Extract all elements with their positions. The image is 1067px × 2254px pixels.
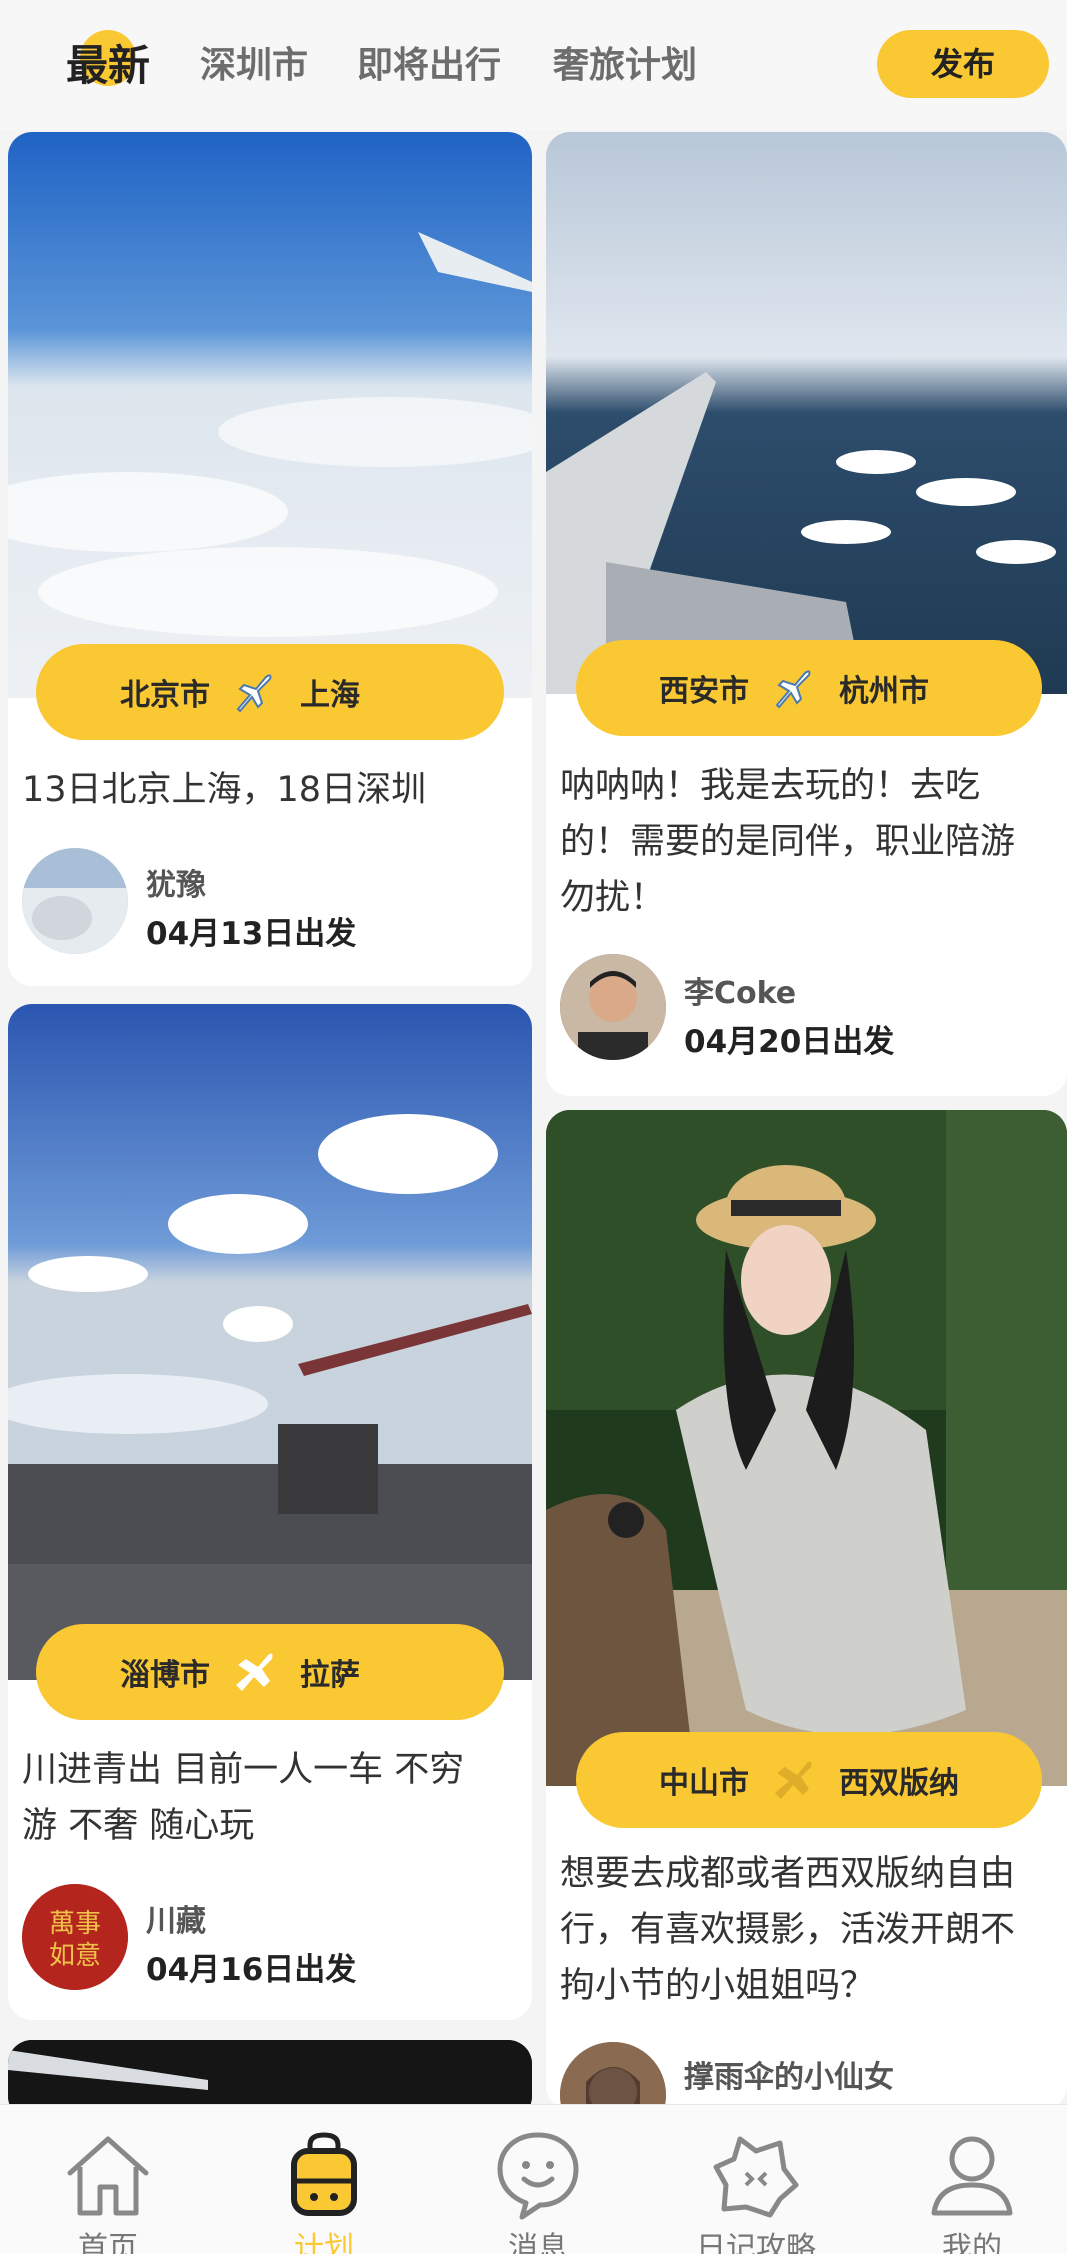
top-header: 最新 深圳市 即将出行 奢旅计划 发布 [0,0,1067,130]
departure-date: 04月20日出发 [684,1024,895,1060]
portrait-photo [546,1110,1067,1786]
route-from: 北京市 [120,678,210,713]
tab-latest[interactable]: 最新 [66,38,150,94]
route-to: 拉萨 [300,1658,360,1693]
wing-photo [546,132,1067,694]
nav-diary[interactable]: 日记攻略 [676,2105,836,2254]
trip-description: 呐呐呐！我是去玩的！去吃 的！需要的是同伴，职业陪游 勿扰！ [560,766,1016,918]
route-pill: 北京市 上海 [36,644,504,740]
airplane-icon [210,1649,300,1695]
nav-profile[interactable]: 我的 [892,2105,1052,2254]
airplane-icon [749,1757,839,1803]
rooftop-photo [8,1004,532,1680]
trip-description: 川进青出 目前一人一车 不穷 游 不奢 随心玩 [22,1750,465,1846]
nav-home[interactable]: 首页 [28,2105,188,2254]
nav-label: 我的 [942,2231,1002,2254]
svg-text:萬事: 萬事 [49,1909,101,1939]
bottom-navbar: 首页 计划 消息 日记攻略 我的 [0,2104,1067,2254]
trip-description: 13日北京上海，18日深圳 [22,770,427,810]
route-from: 淄博市 [120,1658,210,1693]
airplane-icon [749,665,839,711]
nav-plan[interactable]: 计划 [244,2105,404,2254]
sky-photo [8,132,532,698]
nav-label: 日记攻略 [696,2231,816,2254]
home-icon [67,2136,149,2216]
route-to: 西双版纳 [839,1766,959,1801]
svg-text:如意: 如意 [49,1941,101,1971]
departure-date: 04月16日出发 [146,1952,357,1988]
tab-upcoming[interactable]: 即将出行 [357,38,501,94]
route-from: 西安市 [659,674,749,709]
trip-card-zibo[interactable]: 淄博市 拉萨 川进青出 目前一人一车 不穷 游 不奢 随心玩 萬事 如意 川藏 0… [8,1004,532,2020]
route-pill: 淄博市 拉萨 [36,1624,504,1720]
trip-card-xian[interactable]: 西安市 杭州市 呐呐呐！我是去玩的！去吃 的！需要的是同伴，职业陪游 勿扰！ 李… [546,132,1067,1096]
publish-button[interactable]: 发布 [877,30,1049,98]
diary-icon [713,2136,799,2218]
avatar[interactable] [560,954,666,1060]
route-pill: 中山市 西双版纳 [576,1732,1042,1828]
avatar[interactable] [22,848,128,954]
luggage-icon [291,2132,357,2216]
tab-shenzhen[interactable]: 深圳市 [200,38,308,94]
username: 川藏 [146,1904,206,1939]
nav-label: 消息 [508,2231,568,2254]
chat-bubble-icon [497,2132,579,2220]
route-to: 杭州市 [839,674,929,709]
tab-luxury-plan[interactable]: 奢旅计划 [553,38,697,94]
username: 李Coke [684,976,797,1011]
route-to: 上海 [300,678,360,713]
route-from: 中山市 [659,1766,749,1801]
avatar[interactable] [560,2042,666,2110]
nav-label: 首页 [78,2231,138,2254]
user-icon [931,2136,1013,2216]
trip-description: 想要去成都或者西双版纳自由 行，有喜欢摄影，活泼开朗不 拘小节的小姐姐吗？ [560,1854,1016,2006]
route-pill: 西安市 杭州市 [576,640,1042,736]
airplane-icon [210,669,300,715]
nav-messages[interactable]: 消息 [458,2105,618,2254]
trip-card-zhongshan[interactable]: 中山市 西双版纳 想要去成都或者西双版纳自由 行，有喜欢摄影，活泼开朗不 拘小节… [546,1110,1067,2110]
departure-date: 04月13日出发 [146,916,357,952]
nav-label: 计划 [294,2231,354,2254]
username: 犹豫 [146,868,206,903]
username: 撑雨伞的小仙女 [684,2060,894,2095]
avatar[interactable]: 萬事 如意 [22,1884,128,1990]
trip-card-beijing[interactable]: 北京市 上海 13日北京上海，18日深圳 犹豫 04月13日出发 [8,132,532,986]
